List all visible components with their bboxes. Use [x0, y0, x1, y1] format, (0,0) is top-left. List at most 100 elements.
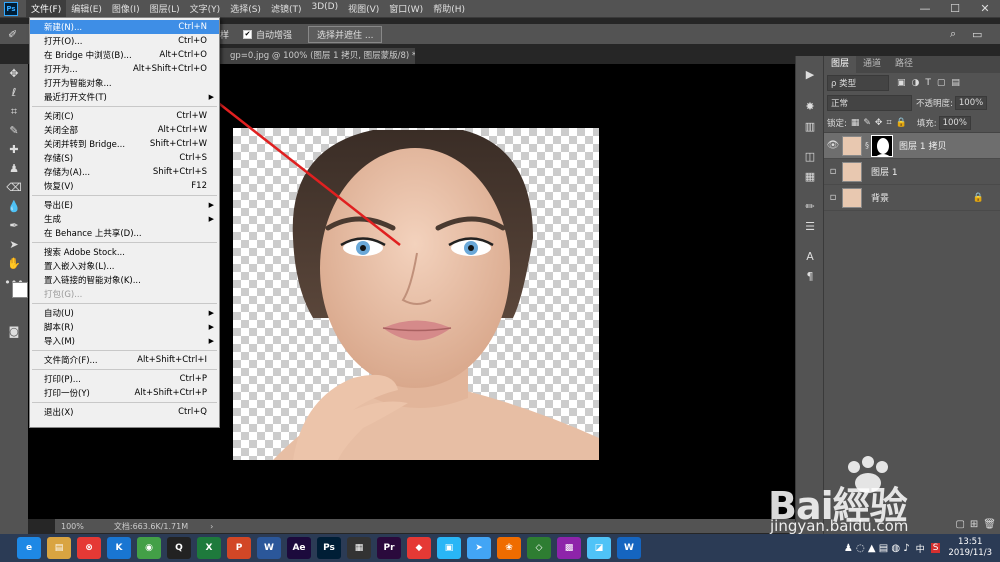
new-group-icon[interactable]: ▢ [955, 519, 964, 530]
taskbar-app-icon[interactable]: P [227, 537, 251, 559]
taskbar-app-icon[interactable]: W [617, 537, 641, 559]
menu-separator [32, 303, 217, 304]
taskbar-app-icon[interactable]: ➤ [467, 537, 491, 559]
layer-row-background[interactable]: ▫ 背景 🔒 [824, 185, 1000, 211]
opacity-input[interactable]: 100% [954, 96, 988, 110]
visibility-eye-icon[interactable]: 👁 [824, 140, 842, 151]
menu-item-shortcut: Shift+Ctrl+W [149, 139, 207, 149]
layers-panel: 图层 通道 路径 ρ 类型 ▣◑T▢▤ 正常 不透明度: 100% 锁定: ▦✎… [823, 56, 1000, 534]
lock-icons[interactable]: ▦✎✥⌗🔒 [851, 118, 911, 128]
file-menu-item[interactable]: 脚本(R) ▶ [30, 320, 219, 334]
file-menu-item[interactable]: 打印一份(Y) Alt+Shift+Ctrl+P [30, 386, 219, 400]
new-layer-icon[interactable]: ⊞ [970, 519, 978, 530]
taskbar-app-icon[interactable]: X [197, 537, 221, 559]
menu-item-label: 置入嵌入对象(L)... [44, 262, 115, 272]
layer-row-1[interactable]: ▫ 图层 1 [824, 159, 1000, 185]
file-menu-item[interactable]: 搜索 Adobe Stock... [30, 245, 219, 259]
file-menu-item[interactable]: 打开(O)... Ctrl+O [30, 34, 219, 48]
brush-settings-icon[interactable]: ✏ [796, 196, 824, 216]
filter-icons[interactable]: ▣◑T▢▤ [897, 78, 966, 88]
file-menu-item[interactable]: 在 Behance 上共享(D)... [30, 226, 219, 240]
taskbar-app-icon[interactable]: Ae [287, 537, 311, 559]
menu-separator [32, 195, 217, 196]
file-menu-item[interactable]: 新建(N)... Ctrl+N [30, 20, 219, 34]
file-menu-item[interactable]: 最近打开文件(T) ▶ [30, 90, 219, 104]
file-menu-item[interactable]: 恢复(V) F12 [30, 179, 219, 193]
visibility-toggle-empty[interactable]: ▫ [824, 192, 842, 203]
tab-channels[interactable]: 通道 [856, 56, 888, 73]
tab-paths[interactable]: 路径 [888, 56, 920, 73]
paragraph-icon[interactable]: ¶ [796, 266, 824, 286]
document-info: 文档:663.6K/1.71M [113, 521, 189, 531]
file-menu-item[interactable]: 生成 ▶ [30, 212, 219, 226]
taskbar-app-icon[interactable]: ◇ [527, 537, 551, 559]
file-menu-item[interactable]: 关闭(C) Ctrl+W [30, 109, 219, 123]
status-menu-arrow[interactable]: › [210, 522, 213, 531]
play-icon[interactable]: ▶ [796, 64, 824, 84]
menu-item-label: 存储为(A)... [44, 168, 91, 178]
file-menu-item: 打包(G)... [30, 287, 219, 301]
histogram-icon[interactable]: ▥ [796, 116, 824, 136]
taskbar-app-icon[interactable]: ▦ [347, 537, 371, 559]
tray-icons[interactable]: ♟ ◌ ▲ ▤ ◍ ♪ [844, 543, 910, 554]
menu-item-shortcut: Alt+Shift+Ctrl+P [134, 388, 207, 398]
tab-layers[interactable]: 图层 [824, 56, 857, 73]
menu-item-shortcut: Ctrl+W [176, 111, 207, 121]
file-menu-item[interactable]: 置入链接的智能对象(K)... [30, 273, 219, 287]
file-menu-item[interactable]: 置入嵌入对象(L)... [30, 259, 219, 273]
input-language[interactable]: 中 [916, 542, 925, 555]
menu-item-label: 置入链接的智能对象(K)... [44, 276, 141, 286]
properties-icon[interactable]: ☰ [796, 216, 824, 236]
menu-item-label: 打印一份(Y) [44, 389, 90, 399]
blend-mode-select[interactable]: 正常 [827, 95, 912, 111]
taskbar-app-icon[interactable]: Ps [317, 537, 341, 559]
file-menu-item[interactable]: 存储为(A)... Shift+Ctrl+S [30, 165, 219, 179]
layer-filter-select[interactable]: ρ 类型 [827, 75, 889, 91]
menu-item-label: 最近打开文件(T) [44, 93, 107, 103]
menu-item-label: 导入(M) [44, 337, 75, 347]
file-menu-item[interactable]: 导入(M) ▶ [30, 334, 219, 348]
taskbar-app-icon[interactable]: ▤ [47, 537, 71, 559]
styles-icon[interactable]: ▦ [796, 166, 824, 186]
menu-item-label: 打包(G)... [44, 290, 83, 300]
file-menu-item[interactable]: 打开为... Alt+Shift+Ctrl+O [30, 62, 219, 76]
taskbar-app-icon[interactable]: Q [167, 537, 191, 559]
taskbar-app-icon[interactable]: ▩ [557, 537, 581, 559]
taskbar-app-icon[interactable]: ▣ [437, 537, 461, 559]
delete-layer-icon[interactable]: 🗑 [983, 519, 996, 530]
menu-item-shortcut: Ctrl+Q [178, 407, 207, 417]
taskbar-app-icon[interactable]: ◪ [587, 537, 611, 559]
file-menu-item[interactable]: 打开为智能对象... [30, 76, 219, 90]
fill-input[interactable]: 100% [938, 115, 971, 130]
taskbar-app-icon[interactable]: ◉ [137, 537, 161, 559]
taskbar-app-icon[interactable]: K [107, 537, 131, 559]
file-menu-item[interactable]: 导出(E) ▶ [30, 198, 219, 212]
taskbar-app-icon[interactable]: Pr [377, 537, 401, 559]
link-icon[interactable]: § [865, 141, 869, 150]
file-menu-item[interactable]: 关闭全部 Alt+Ctrl+W [30, 123, 219, 137]
zoom-level[interactable]: 100% [61, 522, 84, 531]
taskbar-app-icon[interactable]: ❀ [497, 537, 521, 559]
layer-mask-thumbnail[interactable] [871, 134, 893, 157]
file-menu-item[interactable]: 自动(U) ▶ [30, 306, 219, 320]
clock[interactable]: 13:51 2019/11/3 [940, 537, 1000, 559]
taskbar-app-icon[interactable]: ◆ [407, 537, 431, 559]
file-menu-item[interactable]: 存储(S) Ctrl+S [30, 151, 219, 165]
visibility-toggle-empty[interactable]: ▫ [824, 166, 842, 177]
layer-row-copy[interactable]: 👁 § 图层 1 拷贝 [824, 133, 1000, 159]
character-icon[interactable]: A [796, 246, 824, 266]
file-menu-item[interactable]: 退出(X) Ctrl+Q [30, 405, 219, 419]
taskbar-app-icon[interactable]: e [17, 537, 41, 559]
adjustments-icon[interactable]: ✸ [796, 96, 824, 116]
submenu-arrow-icon: ▶ [208, 323, 214, 331]
taskbar-app-icon[interactable]: ⊗ [77, 537, 101, 559]
file-menu-item[interactable]: 关闭并转到 Bridge... Shift+Ctrl+W [30, 137, 219, 151]
taskbar-app-icon[interactable]: W [257, 537, 281, 559]
file-menu-item[interactable]: 文件简介(F)... Alt+Shift+Ctrl+I [30, 353, 219, 367]
menu-item-shortcut: Ctrl+S [179, 153, 207, 163]
file-menu-item[interactable]: 在 Bridge 中浏览(B)... Alt+Ctrl+O [30, 48, 219, 62]
ime-indicator[interactable]: S [930, 543, 941, 553]
libraries-icon[interactable]: ◫ [796, 146, 824, 166]
file-menu-item[interactable]: 打印(P)... Ctrl+P [30, 372, 219, 386]
submenu-arrow-icon: ▶ [208, 309, 214, 317]
